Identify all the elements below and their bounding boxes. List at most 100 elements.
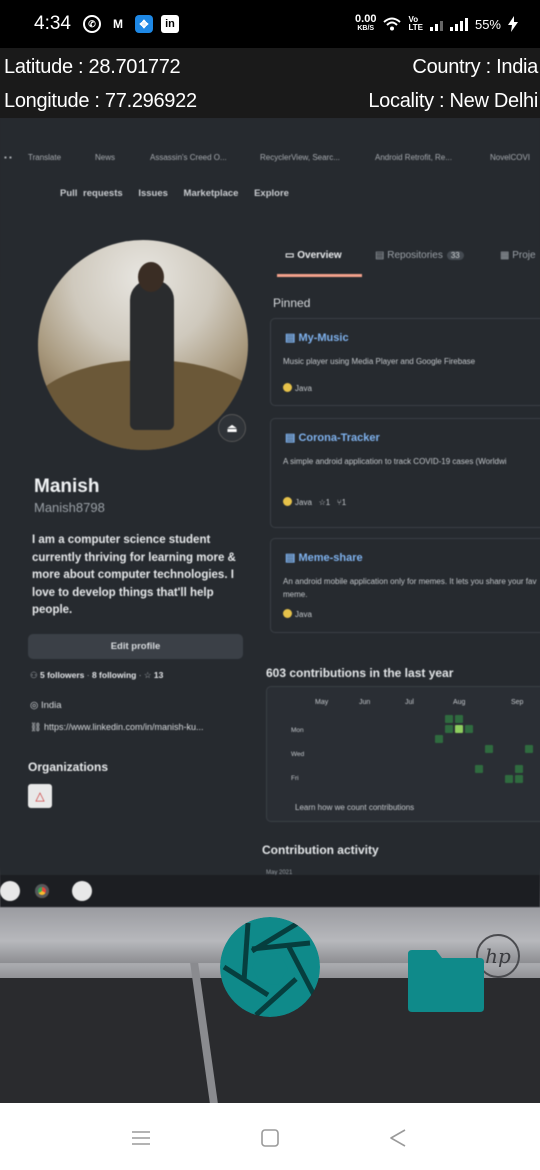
bookmark-assassins: Assassin's Creed O...	[150, 153, 227, 162]
tab-projects-label: Proje	[512, 250, 536, 261]
contribution-cell	[515, 775, 523, 783]
star-icon: ☆	[143, 670, 152, 680]
charging-icon	[508, 16, 518, 32]
taskbar-app-icon	[0, 881, 20, 901]
repo-icon: ▤	[285, 432, 299, 444]
pinned-heading: Pinned	[273, 296, 311, 310]
contribution-cell	[525, 745, 533, 753]
repo-description: A simple android application to track CO…	[283, 457, 507, 466]
profile-link: ⛓ https://www.linkedin.com/in/manish-ku.…	[30, 722, 204, 733]
project-icon: ▦	[500, 250, 513, 261]
camera-app-screen: 4:34 ✆ M ✥ in 0.00 KB/S Vo LTE 55% Latit…	[0, 0, 540, 1170]
organization-logo-icon: △	[28, 784, 52, 808]
pinned-repo-card: ▤ Meme-share An android mobile applicati…	[270, 538, 540, 633]
battery-level: 55%	[474, 16, 501, 32]
contribution-cell	[435, 735, 443, 743]
repo-language-label: Java	[295, 498, 312, 507]
bookmark-dots: ▪ ▪	[4, 153, 12, 162]
profile-username: Manish8798	[34, 500, 105, 515]
volte-bottom: LTE	[408, 23, 423, 32]
net-speed-unit: KB/S	[357, 25, 375, 32]
day-label: Mon	[291, 727, 304, 734]
status-bar: 4:34 ✆ M ✥ in 0.00 KB/S Vo LTE 55%	[0, 0, 540, 48]
contribution-cell	[485, 745, 493, 753]
repo-title: ▤ My-Music	[285, 331, 349, 344]
bluetooth-app-icon: ✥	[134, 15, 153, 33]
gmail-icon: M	[112, 17, 123, 31]
contributions-heading: 603 contributions in the last year	[266, 666, 454, 680]
geo-overlay: Latitude : 28.701772 Longitude : 77.2969…	[0, 48, 540, 118]
contribution-cell	[505, 775, 513, 783]
avatar-person	[130, 280, 174, 430]
browser-bookmarks: ▪ ▪ Translate News Assassin's Creed O...…	[0, 148, 540, 170]
bookmark-news: News	[95, 153, 116, 162]
repo-description: Music player using Media Player and Goog…	[283, 357, 476, 366]
linkedin-icon: in	[160, 15, 179, 33]
day-label: Fri	[291, 775, 299, 782]
tab-repositories-label: Repositories	[387, 250, 443, 261]
java-dot-icon	[283, 383, 292, 392]
nav-issues: Issues	[138, 188, 168, 199]
repo-language: Java	[283, 609, 312, 619]
month-label: May	[315, 699, 329, 706]
contribution-cell	[465, 725, 473, 733]
day-label: Wed	[291, 751, 305, 758]
chrome-icon	[32, 881, 52, 901]
active-tab-underline	[277, 274, 362, 277]
repo-title: ▤ Meme-share	[285, 551, 363, 564]
windows-taskbar	[0, 875, 540, 907]
aperture-icon[interactable]	[218, 915, 322, 1019]
repo-language: Java	[283, 383, 312, 393]
folder-icon[interactable]	[406, 946, 486, 1014]
contribution-cell	[445, 715, 453, 723]
pinned-repo-card: ▤ My-Music Music player using Media Play…	[270, 318, 540, 406]
repo-icon: ▤	[285, 552, 299, 564]
contribution-cell	[455, 715, 463, 723]
profile-location: ◎ India	[30, 700, 62, 711]
contribution-cell	[515, 765, 523, 773]
location-text: India	[40, 700, 62, 711]
month-label: Jul	[405, 699, 414, 706]
nav-marketplace: Marketplace	[183, 188, 239, 199]
net-speed-value: 0.00	[355, 13, 377, 25]
photographed-monitor-screen: ▪ ▪ Translate News Assassin's Creed O...…	[0, 118, 540, 907]
taskbar-app-icon	[72, 881, 92, 901]
repo-forks: 1	[341, 498, 347, 507]
locality-label: Locality : New Delhi	[368, 90, 538, 112]
clock: 4:34	[34, 13, 71, 34]
repo-stars: 1	[325, 498, 331, 507]
github-nav: Pull requests Issues Marketplace Explore	[60, 188, 299, 199]
repo-icon: ▤	[285, 332, 299, 344]
nav-pull-requests: Pull requests	[60, 188, 123, 199]
book-icon: ▭	[285, 250, 298, 261]
followers-count: 5 followers	[39, 670, 85, 680]
square-home-icon[interactable]	[257, 1125, 283, 1151]
avatar-head	[138, 262, 164, 292]
repo-language-label: Java	[295, 610, 312, 619]
link-icon: ⛓	[30, 722, 44, 732]
menu-lines-icon[interactable]	[128, 1125, 154, 1151]
follow-stats: ⚇ 5 followers · 8 following · ☆ 13	[30, 670, 164, 680]
contribution-cell	[455, 725, 463, 733]
contribution-cell	[445, 725, 453, 733]
stars-count: 13	[153, 670, 164, 680]
wifi-icon	[383, 17, 402, 31]
longitude-label: Longitude : 77.296922	[4, 90, 197, 112]
signal-bars-icon-sim1	[429, 17, 443, 31]
pinned-repo-card: ▤ Corona-Tracker A simple android applic…	[270, 418, 540, 528]
volte-indicator: Vo LTE	[408, 16, 423, 32]
repo-name: Corona-Tracker	[298, 432, 380, 444]
tab-projects: ▦ Proje	[500, 250, 536, 261]
location-pin-icon: ◎	[30, 700, 41, 711]
bookmark-translate: Translate	[28, 153, 62, 162]
triangle-back-icon[interactable]	[385, 1125, 411, 1151]
latitude-label: Latitude : 28.701772	[4, 56, 181, 78]
whatsapp-icon: ✆	[82, 15, 101, 33]
tab-overview-label: Overview	[297, 250, 342, 261]
month-label: Aug	[453, 699, 466, 706]
month-label: Jun	[359, 699, 371, 706]
tab-repositories: ▤ Repositories 33	[375, 250, 464, 261]
profile-name: Manish	[34, 476, 100, 497]
star-icon: ☆	[318, 498, 326, 507]
tab-overview: ▭ Overview	[285, 250, 342, 261]
